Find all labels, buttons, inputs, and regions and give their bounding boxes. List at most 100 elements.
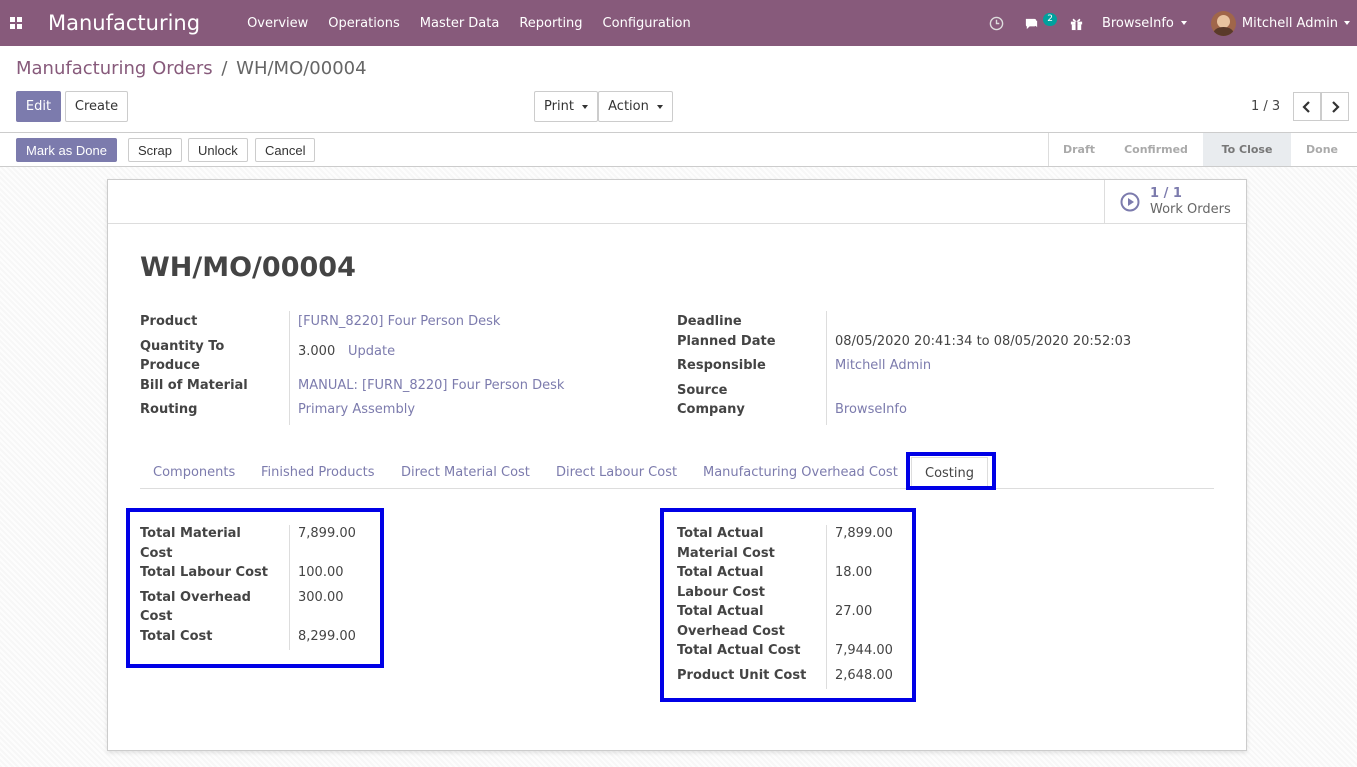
print-dropdown[interactable]: Print — [534, 91, 598, 122]
notebook-tabs: Components Finished Products Direct Mate… — [140, 457, 1214, 489]
total-actual-labour-cost-value: 18.00 — [835, 565, 873, 580]
company-value[interactable]: BrowseInfo — [835, 400, 907, 419]
stage-done[interactable]: Done — [1291, 133, 1353, 166]
chevron-left-icon — [1302, 100, 1310, 113]
bom-value[interactable]: MANUAL: [FURN_8220] Four Person Desk — [298, 376, 564, 395]
total-cost-label: Total Cost — [140, 629, 213, 644]
quantity-value: 3.000 — [298, 344, 336, 359]
field-divider — [289, 525, 290, 650]
unlock-button[interactable]: Unlock — [188, 138, 248, 162]
total-material-cost-label-2: Cost — [140, 546, 173, 561]
work-orders-count: 1 / 1 — [1150, 186, 1182, 201]
quantity-label-line1: Quantity To — [140, 339, 225, 354]
quantity-label-line2: Produce — [140, 358, 200, 373]
total-material-cost-value: 7,899.00 — [298, 526, 356, 541]
print-label: Print — [544, 99, 574, 114]
action-label: Action — [608, 99, 649, 114]
avatar — [1210, 10, 1236, 36]
product-value[interactable]: [FURN_8220] Four Person Desk — [298, 312, 500, 331]
pager-previous-button[interactable] — [1293, 92, 1321, 121]
total-material-cost-label-1: Total Material — [140, 526, 241, 541]
total-actual-material-cost-label-1: Total Actual — [677, 526, 764, 541]
record-title: WH/MO/00004 — [140, 252, 356, 283]
responsible-value[interactable]: Mitchell Admin — [835, 356, 931, 375]
product-unit-cost-value: 2,648.00 — [835, 668, 893, 683]
total-actual-overhead-cost-label-2: Overhead Cost — [677, 624, 785, 639]
total-overhead-cost-label-2: Cost — [140, 609, 173, 624]
breadcrumb-parent[interactable]: Manufacturing Orders — [16, 58, 213, 79]
menu-overview[interactable]: Overview — [247, 16, 308, 31]
scrap-button[interactable]: Scrap — [128, 138, 182, 162]
button-box: 1 / 1 Work Orders — [108, 180, 1246, 224]
tab-finished-products[interactable]: Finished Products — [261, 457, 375, 488]
top-navbar: Manufacturing Overview Operations Master… — [0, 0, 1357, 46]
stage-to-close[interactable]: To Close — [1203, 133, 1291, 166]
tab-direct-material-cost[interactable]: Direct Material Cost — [401, 457, 530, 488]
total-actual-labour-cost-label-1: Total Actual — [677, 565, 764, 580]
breadcrumb-separator: / — [221, 58, 228, 79]
tab-costing[interactable]: Costing — [911, 457, 989, 489]
messages-badge: 2 — [1043, 13, 1057, 26]
cancel-button[interactable]: Cancel — [255, 138, 316, 162]
total-actual-material-cost-value: 7,899.00 — [835, 526, 893, 541]
total-actual-cost-value: 7,944.00 — [835, 643, 893, 658]
edit-button[interactable]: Edit — [16, 91, 61, 122]
tab-direct-labour-cost[interactable]: Direct Labour Cost — [556, 457, 677, 488]
total-actual-overhead-cost-label-1: Total Actual — [677, 604, 764, 619]
pager-next-button[interactable] — [1321, 92, 1349, 121]
app-brand[interactable]: Manufacturing — [48, 11, 200, 35]
planned-date-value: 08/05/2020 20:41:34 to 08/05/2020 20:52:… — [835, 334, 1132, 349]
bom-label: Bill of Material — [140, 378, 248, 393]
total-cost-value: 8,299.00 — [298, 629, 356, 644]
total-actual-overhead-cost-value: 27.00 — [835, 604, 873, 619]
total-labour-cost-value: 100.00 — [298, 565, 344, 580]
company-switcher[interactable]: BrowseInfo — [1102, 16, 1187, 31]
chevron-down-icon — [656, 104, 663, 109]
menu-master-data[interactable]: Master Data — [420, 16, 500, 31]
total-overhead-cost-value: 300.00 — [298, 590, 344, 605]
routing-value[interactable]: Primary Assembly — [298, 400, 415, 419]
product-unit-cost-label: Product Unit Cost — [677, 668, 807, 683]
tab-components[interactable]: Components — [153, 457, 235, 488]
chevron-down-icon — [581, 104, 588, 109]
user-menu[interactable]: Mitchell Admin — [1210, 10, 1350, 36]
update-quantity-button[interactable]: Update — [348, 342, 395, 361]
routing-label: Routing — [140, 402, 198, 417]
company-label: Company — [677, 402, 745, 417]
gift-icon[interactable] — [1059, 0, 1094, 46]
planned-date-label: Planned Date — [677, 334, 776, 349]
chat-icon[interactable]: 2 — [1014, 0, 1059, 46]
breadcrumb: Manufacturing Orders / WH/MO/00004 — [16, 58, 367, 79]
action-dropdown[interactable]: Action — [598, 91, 673, 122]
breadcrumb-current: WH/MO/00004 — [236, 58, 367, 79]
menu-operations[interactable]: Operations — [328, 16, 399, 31]
field-divider — [289, 311, 290, 425]
stage-draft[interactable]: Draft — [1049, 133, 1109, 166]
user-name: Mitchell Admin — [1241, 15, 1338, 31]
total-actual-cost-label: Total Actual Cost — [677, 643, 801, 658]
total-actual-material-cost-label-2: Material Cost — [677, 546, 775, 561]
clock-icon[interactable] — [979, 0, 1014, 46]
deadline-label: Deadline — [677, 314, 742, 329]
company-name: BrowseInfo — [1101, 15, 1174, 31]
stage-confirmed[interactable]: Confirmed — [1109, 133, 1203, 166]
chevron-right-icon — [1332, 100, 1340, 113]
pager-value[interactable]: 1 / 3 — [1251, 99, 1280, 114]
work-orders-label: Work Orders — [1150, 202, 1231, 217]
apps-icon[interactable] — [0, 0, 32, 46]
create-button[interactable]: Create — [65, 91, 128, 122]
menu-reporting[interactable]: Reporting — [519, 16, 582, 31]
field-divider — [826, 525, 827, 689]
mark-as-done-button[interactable]: Mark as Done — [16, 138, 117, 162]
tab-manufacturing-overhead-cost[interactable]: Manufacturing Overhead Cost — [703, 457, 898, 488]
status-bar: Mark as Done Scrap Unlock Cancel Draft C… — [0, 132, 1357, 167]
form-sheet: 1 / 1 Work Orders WH/MO/00004 Product [F… — [107, 179, 1247, 751]
responsible-label: Responsible — [677, 358, 766, 373]
chevron-down-icon — [1180, 21, 1187, 25]
menu-configuration[interactable]: Configuration — [603, 16, 691, 31]
total-actual-labour-cost-label-2: Labour Cost — [677, 585, 765, 600]
total-labour-cost-label: Total Labour Cost — [140, 565, 268, 580]
work-orders-smart-button[interactable]: 1 / 1 Work Orders — [1104, 180, 1246, 224]
field-divider — [826, 311, 827, 425]
play-circle-icon — [1120, 192, 1140, 212]
